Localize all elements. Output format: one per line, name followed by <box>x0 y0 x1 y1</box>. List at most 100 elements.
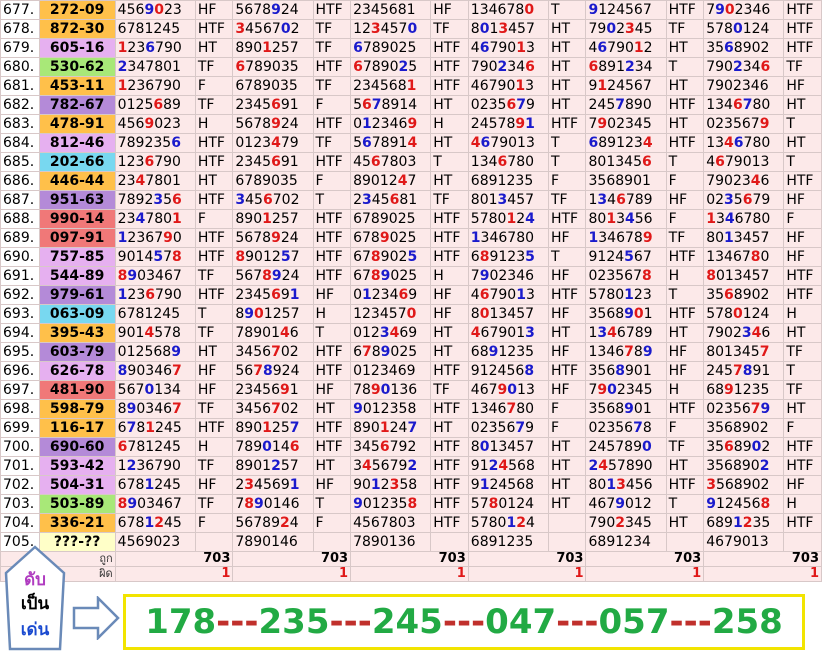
digit: 9 <box>144 116 155 132</box>
digit: 1 <box>506 211 517 227</box>
digit-set: 8903467 <box>114 361 196 381</box>
hit-tag: HT <box>194 342 234 362</box>
digit: 6 <box>163 363 173 379</box>
table-row: 692. 979-61 1236790 HTF 2345691 HF 0123469 HF 46… <box>0 285 822 305</box>
digit: 9 <box>624 306 634 322</box>
digit: 8 <box>760 496 771 512</box>
digit: 6 <box>145 287 156 303</box>
hit-tag: T <box>547 152 587 172</box>
digit: 8 <box>254 59 263 75</box>
hit-tag: TF <box>430 190 469 210</box>
digit: 1 <box>516 325 526 341</box>
digit: 5 <box>362 154 371 170</box>
digit: 3 <box>153 135 163 151</box>
wrong-total: 1 <box>585 566 705 582</box>
digit: 9 <box>380 249 390 265</box>
digit-set: 7902346 <box>703 323 785 343</box>
digit: 4 <box>706 154 716 170</box>
digit: 3 <box>516 344 526 360</box>
digit: 5 <box>370 439 380 455</box>
digit: 2 <box>253 135 263 151</box>
digit: 3 <box>262 135 272 151</box>
digit: 6 <box>616 230 625 246</box>
digit: 2 <box>407 439 417 455</box>
digit: 5 <box>715 420 725 436</box>
digit: 5 <box>281 306 291 322</box>
digit: 0 <box>390 268 400 284</box>
digit: 6 <box>244 515 254 531</box>
digit-set: 3568902 <box>703 285 785 305</box>
digit: 9 <box>353 477 362 493</box>
digit: 0 <box>642 439 652 455</box>
digit: 2 <box>760 477 770 493</box>
digit: 1 <box>479 477 490 493</box>
digit: 3 <box>760 154 770 170</box>
digit: 1 <box>470 230 481 246</box>
digit: 1 <box>588 230 599 246</box>
digit: 6 <box>362 97 372 113</box>
digit: 9 <box>262 173 272 189</box>
digit: 3 <box>397 534 407 550</box>
digit: 1 <box>262 211 272 227</box>
digit: 7 <box>607 40 617 56</box>
digit: 0 <box>724 78 733 94</box>
digit: 0 <box>380 382 391 398</box>
digit: 4 <box>280 439 290 455</box>
digit: 7 <box>371 135 381 151</box>
digit: 2 <box>127 230 137 246</box>
hit-tag: TF <box>665 437 705 457</box>
hit-tag: HT <box>312 399 352 419</box>
digit: 5 <box>732 116 742 132</box>
digit: 5 <box>470 211 480 227</box>
hit-tag: HT <box>665 38 705 58</box>
digit-set: 1346780 <box>703 247 785 267</box>
digit: 1 <box>370 477 381 493</box>
digit: 0 <box>280 21 291 37</box>
hit-tag: T <box>665 285 705 305</box>
digit: 2 <box>370 363 380 379</box>
hit-tag: HT <box>430 342 469 362</box>
digit: 1 <box>742 306 752 322</box>
digit: 5 <box>597 401 607 417</box>
digit: 0 <box>163 59 173 75</box>
digit: 6 <box>732 97 743 113</box>
digit: 1 <box>706 249 716 265</box>
hit-tag: HTF <box>783 38 822 58</box>
digit: 7 <box>724 534 733 550</box>
digit: 7 <box>625 325 635 341</box>
digit: 6 <box>262 192 273 208</box>
digit: 1 <box>516 287 526 303</box>
digit: 3 <box>642 287 652 303</box>
digit-set: 5678924 <box>232 228 314 248</box>
digit: 9 <box>390 97 400 113</box>
digit: 4 <box>162 306 172 322</box>
digit: 2 <box>479 97 489 113</box>
digit: 0 <box>507 325 517 341</box>
digit: 2 <box>516 496 526 512</box>
digit: 8 <box>615 363 625 379</box>
digit: 4 <box>279 534 289 550</box>
digit: 7 <box>155 40 164 56</box>
hit-tag: HT <box>783 95 822 115</box>
digit: 9 <box>271 116 281 132</box>
hit-tag: HTF <box>430 475 469 495</box>
table-row: 679. 605-16 1236790 HT 8901257 TF 6789025 HTF 46… <box>0 38 822 58</box>
digit: 8 <box>732 458 742 474</box>
digit: 7 <box>380 154 390 170</box>
digit: 2 <box>607 78 617 94</box>
hit-tag: HTF <box>665 475 705 495</box>
digit: 3 <box>146 268 156 284</box>
digit-set: 0123469 <box>350 285 432 305</box>
digit: 8 <box>625 458 635 474</box>
digit: 8 <box>479 249 490 265</box>
digit-set: 7902346 <box>467 57 549 77</box>
hit-tag: HT <box>312 456 352 476</box>
digit: 9 <box>172 97 181 113</box>
digit: 6 <box>588 59 599 75</box>
digit: 5 <box>724 363 733 379</box>
hit-tag: HT <box>783 399 822 419</box>
hit-tag: HF <box>783 475 822 495</box>
digit: 2 <box>606 249 616 265</box>
digit: 9 <box>253 439 263 455</box>
digit: 6 <box>353 344 362 360</box>
